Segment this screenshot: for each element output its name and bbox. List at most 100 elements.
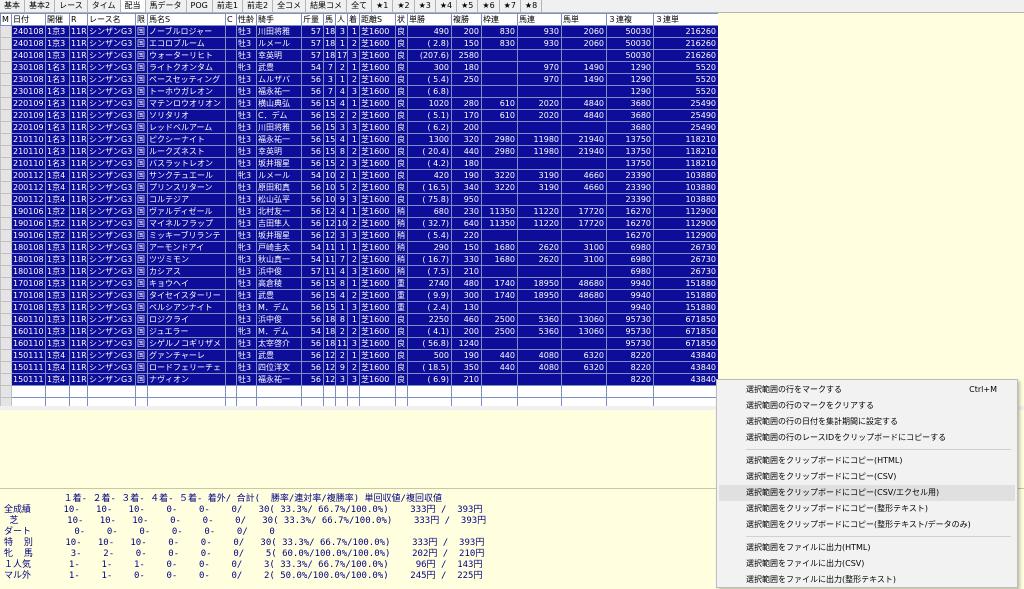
tab-5[interactable]: 馬データ <box>145 0 187 12</box>
tab-7[interactable]: 前走1 <box>212 0 243 12</box>
table-row[interactable]: 160110 1京3 11R シンザンG3 国ジュエラー 牝3 M．デム 54 18 2 2 芝160… <box>0 325 718 338</box>
table-row[interactable]: 220109 1名3 11R シンザンG3 国ソリタリオ 牡3 C．デム 56 15 2 2 芝160… <box>0 109 718 122</box>
table-row[interactable]: 170108 1京3 11R シンザンG3 国キョウヘイ 牡3 高倉稜 56 15 8 1 芝1600… <box>0 277 718 290</box>
menu-item-4[interactable]: 選択範囲をクリップボードにコピー(HTML) <box>719 453 1015 469</box>
tab-16[interactable]: ★5 <box>457 0 479 12</box>
column-header-19[interactable]: 馬連 <box>517 13 562 26</box>
menu-item-3[interactable]: 選択範囲の行のレースIDをクリップボードにコピーする <box>719 430 1015 446</box>
tab-12[interactable]: ★1 <box>372 0 394 12</box>
column-header-14[interactable]: 距離S <box>359 13 396 26</box>
table-cell: 220109 <box>11 121 46 134</box>
table-row[interactable]: 160110 1京3 11R シンザンG3 国シゲルノコギリザメ 牡3 太宰啓介 56 18 11… <box>0 337 718 350</box>
tab-0[interactable]: 基本 <box>0 0 25 12</box>
table-row[interactable]: 220109 1名3 11R シンザンG3 国マテンロウオリオン 牡3 横山典弘 56 15 4 1… <box>0 97 718 110</box>
table-row[interactable]: 180108 1京3 11R シンザンG3 国アーモンドアイ 牝3 戸崎圭太 54 11 1 1 芝1… <box>0 241 718 254</box>
column-header-15[interactable]: 状 <box>395 13 408 26</box>
table-row[interactable]: 160110 1京3 11R シンザンG3 国ロジクライ 牡3 浜中俊 56 18 8 1 芝1600… <box>0 313 718 326</box>
tab-15[interactable]: ★4 <box>435 0 458 12</box>
table-row[interactable]: 180108 1京3 11R シンザンG3 国カシアス 牡3 浜中俊 57 11 4 3 芝1600 稍… <box>0 265 718 278</box>
tab-18[interactable]: ★7 <box>499 0 521 12</box>
tab-6[interactable]: POG <box>186 0 213 12</box>
table-cell: 稍 <box>395 265 408 278</box>
table-row[interactable]: 210110 1名3 11R シンザンG3 国ピクシーナイト 牡3 福永祐一 56 15 4 1 芝1… <box>0 133 718 146</box>
tab-3[interactable]: タイム <box>87 0 121 12</box>
menu-item-7[interactable]: 選択範囲をクリップボードにコピー(整形テキスト) <box>719 501 1015 517</box>
tab-9[interactable]: 全コメ <box>273 0 307 12</box>
table-row[interactable]: 190106 1京2 11R シンザンG3 国マイネルフラップ 牡3 吉田隼人 56 12 10 2… <box>0 217 718 230</box>
table-row[interactable]: 150111 1京4 11R シンザンG3 国ロードフェリーチェ 牡3 四位洋文 56 12 9 2… <box>0 361 718 374</box>
column-header-16[interactable]: 単勝 <box>407 13 452 26</box>
tab-1[interactable]: 基本2 <box>25 0 56 12</box>
table-row[interactable]: 200112 1京4 11R シンザンG3 国サンクテュエール 牝3 ルメール 54 10 2 1 芝… <box>0 169 718 182</box>
table-row[interactable]: 210110 1名3 11R シンザンG3 国ルークズネスト 牡3 幸英明 56 15 8 2 芝16… <box>0 145 718 158</box>
tab-13[interactable]: ★2 <box>393 0 415 12</box>
tab-17[interactable]: ★6 <box>478 0 500 12</box>
table-row[interactable]: 200112 1京4 11R シンザンG3 国プリンスリターン 牡3 原田和真 56 10 5 2 芝… <box>0 181 718 194</box>
table-row[interactable]: 190106 1京2 11R シンザンG3 国ヴァルディゼール 牡3 北村友一 56 12 4 1 芝… <box>0 205 718 218</box>
results-grid[interactable]: M 日付 開催 R レース名限馬名S C 性齢 騎手 斤量馬人着距離S 状単勝 複勝 枠連 馬連 馬単 ３連… <box>0 13 718 406</box>
tab-11[interactable]: 全て <box>347 0 373 12</box>
column-header-7[interactable]: C <box>225 13 237 26</box>
column-header-5[interactable]: 限 <box>135 13 148 26</box>
column-header-0[interactable]: M <box>0 13 12 26</box>
menu-item-2[interactable]: 選択範囲の行の日付を集計期間に設定する <box>719 414 1015 430</box>
table-row[interactable]: 240108 1京3 11R シンザンG3 国ノーブルロジャー 牡3 川田将雅 57 18 3 1 芝… <box>0 25 718 38</box>
column-header-11[interactable]: 馬 <box>323 13 336 26</box>
table-cell <box>225 181 237 194</box>
column-header-6[interactable]: 馬名S <box>147 13 226 26</box>
column-header-20[interactable]: 馬単 <box>561 13 607 26</box>
table-row[interactable]: 230108 1名3 11R シンザンG3 国トーホウガレオン 牡3 福永祐一 56 7 4 3 芝1… <box>0 85 718 98</box>
table-cell: 2740 <box>407 277 452 290</box>
column-header-10[interactable]: 斤量 <box>301 13 324 26</box>
tab-2[interactable]: レース <box>55 0 88 12</box>
table-row[interactable]: 180108 1京3 11R シンザンG3 国ツヅミモン 牝3 秋山真一 54 11 7 2 芝160… <box>0 253 718 266</box>
column-header-4[interactable]: レース名 <box>87 13 136 26</box>
table-row[interactable]: 200112 1京4 11R シンザンG3 国コルテジア 牡3 松山弘平 56 10 9 3 芝160… <box>0 193 718 206</box>
menu-item-9[interactable]: 選択範囲をファイルに出力(HTML) <box>719 540 1015 556</box>
table-cell: トーホウガレオン <box>147 85 226 98</box>
table-cell: ( 5.1) <box>407 109 452 122</box>
column-header-1[interactable]: 日付 <box>11 13 46 26</box>
column-header-13[interactable]: 着 <box>347 13 360 26</box>
column-header-9[interactable]: 騎手 <box>256 13 302 26</box>
menu-item-6[interactable]: 選択範囲をクリップボードにコピー(CSV/エクセル用) <box>719 485 1015 501</box>
table-cell: 1 <box>335 301 348 314</box>
menu-item-8[interactable]: 選択範囲をクリップボードにコピー(整形テキスト/データのみ) <box>719 517 1015 533</box>
menu-item-5[interactable]: 選択範囲をクリップボードにコピー(CSV) <box>719 469 1015 485</box>
table-cell: 2 <box>335 157 348 170</box>
menu-item-0[interactable]: 選択範囲の行をマークする Ctrl+M <box>719 382 1015 398</box>
empty-cell <box>11 385 46 398</box>
table-cell: 国 <box>135 373 148 386</box>
table-row[interactable]: 220109 1名3 11R シンザンG3 国レッドベルアーム 牡3 川田将雅 56 15 3 3 芝… <box>0 121 718 134</box>
table-row[interactable]: 190106 1京2 11R シンザンG3 国ミッキーブリランテ 牡3 坂井瑠星 56 12 3 3… <box>0 229 718 242</box>
table-cell: シンザンG3 <box>87 193 136 206</box>
tab-19[interactable]: ★8 <box>520 0 543 12</box>
table-row[interactable]: 230108 1名3 11R シンザンG3 国ライトクオンタム 牝3 武豊 54 7 2 1 芝160… <box>0 61 718 74</box>
table-row[interactable]: 230108 1名3 11R シンザンG3 国ペースセッティング 牡3 ムルザバ 56 3 1 2 芝… <box>0 73 718 86</box>
tab-10[interactable]: 結果コメ <box>306 0 348 12</box>
table-row[interactable]: 150111 1京4 11R シンザンG3 国グァンチャーレ 牡3 武豊 56 12 2 1 芝160… <box>0 349 718 362</box>
table-row[interactable]: 210110 1名3 11R シンザンG3 国バスラットレオン 牡3 坂井瑠星 56 15 2 3 芝… <box>0 157 718 170</box>
column-header-12[interactable]: 人 <box>335 13 348 26</box>
table-row[interactable]: 240108 1京3 11R シンザンG3 国ウォーターリヒト 牡3 幸英明 57 18 17 3 芝… <box>0 49 718 62</box>
tab-14[interactable]: ★3 <box>414 0 436 12</box>
tab-8[interactable]: 前走2 <box>242 0 274 12</box>
table-row[interactable]: 170108 1京3 11R シンザンG3 国タイセイスターリー 牡3 武豊 56 15 4 2 芝1… <box>0 289 718 302</box>
table-cell: 国 <box>135 265 148 278</box>
column-header-8[interactable]: 性齢 <box>236 13 257 26</box>
menu-item-label: 選択範囲の行のマークをクリアする <box>746 401 874 410</box>
column-header-18[interactable]: 枠連 <box>481 13 518 26</box>
menu-item-11[interactable]: 選択範囲をファイルに出力(整形テキスト) <box>719 572 1015 588</box>
table-row[interactable]: 150111 1京4 11R シンザンG3 国ナヴィオン 牡3 福永祐一 56 12 3 3 芝160… <box>0 373 718 386</box>
column-header-2[interactable]: 開催 <box>45 13 70 26</box>
menu-item-1[interactable]: 選択範囲の行のマークをクリアする <box>719 398 1015 414</box>
table-row[interactable]: 170108 1京3 11R シンザンG3 国ペルシアンナイト 牡3 M．デム 56 15 1 3 芝… <box>0 301 718 314</box>
tab-4[interactable]: 配当 <box>120 0 146 12</box>
column-header-17[interactable]: 複勝 <box>451 13 482 26</box>
table-row[interactable]: 240108 1京3 11R シンザンG3 国エコロブルーム 牡3 ルメール 57 18 1 2 芝1… <box>0 37 718 50</box>
menu-item-10[interactable]: 選択範囲をファイルに出力(CSV) <box>719 556 1015 572</box>
table-cell: 2060 <box>561 25 607 38</box>
column-header-3[interactable]: R <box>69 13 88 26</box>
column-header-21[interactable]: ３連複 <box>606 13 654 26</box>
column-header-22[interactable]: ３連単 <box>653 13 718 26</box>
